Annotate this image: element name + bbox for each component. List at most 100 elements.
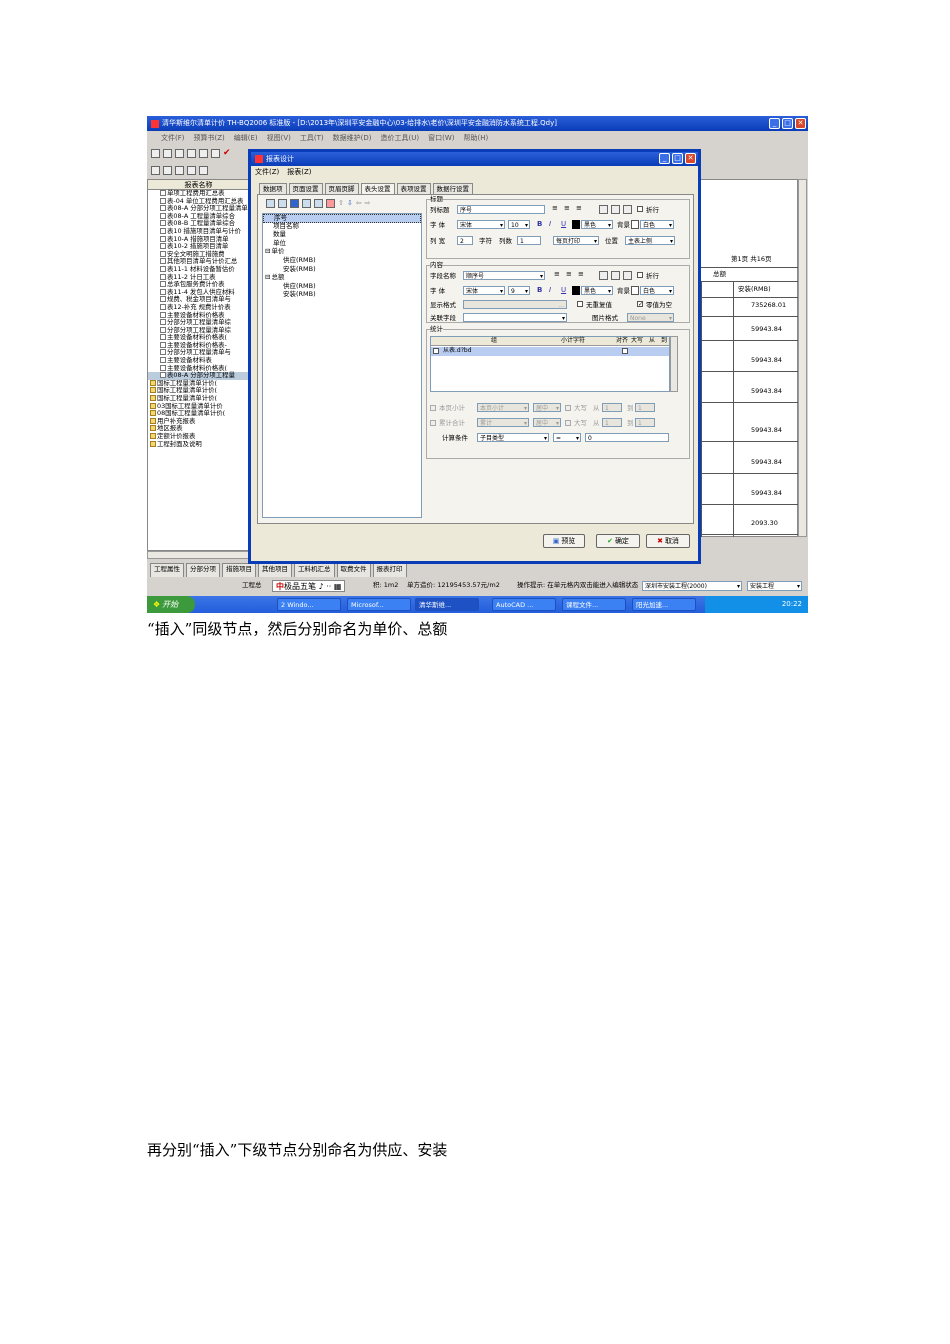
ime-indicator[interactable]: 中极品五笔 ♪ ·· ▦ [272,580,346,592]
content-align-center-icon[interactable]: ≡ [566,271,572,278]
content-font-select[interactable]: 宋体 [463,286,505,295]
print-mode-select[interactable]: 每页打印 [553,236,599,245]
taskbar-item[interactable]: 2 Windo... [277,598,341,611]
content-valign-top-icon[interactable] [599,271,608,280]
minimize-button[interactable]: _ [769,118,780,129]
report-icon[interactable] [163,165,172,175]
dialog-maximize-button[interactable]: □ [672,153,683,164]
maximize-button[interactable]: □ [782,118,793,129]
stats-row-checkbox[interactable] [433,348,439,354]
settings-icon[interactable] [199,148,208,158]
calc-op-select[interactable]: = [553,433,581,442]
open-icon[interactable] [163,148,172,158]
delete-item-icon[interactable] [326,199,335,208]
dialog-tab[interactable]: 数据项 [259,182,287,194]
subtotal-to-input[interactable]: 1 [635,403,655,412]
page-subtotal-checkbox[interactable] [430,405,436,411]
item-tree-node[interactable]: 安装(RMB) [263,265,421,275]
subtotal-upper-checkbox[interactable] [565,405,571,411]
subtotal-align-select[interactable]: 居中 [533,403,561,412]
display-format-input[interactable]: ... [463,300,567,309]
cancel-button[interactable]: ✖ 取消 [646,534,690,548]
item-tree-node[interactable]: 安装(RMB) [263,291,421,300]
view-icon[interactable] [199,165,208,175]
bottom-tab[interactable]: 工程属性 [150,563,184,577]
item-tree-node[interactable]: 数量 [263,231,421,240]
taskbar-item[interactable]: 阳光加速... [632,598,696,611]
dialog-tab[interactable]: 数据行设置 [432,182,473,194]
content-underline-icon[interactable]: U [561,287,566,294]
start-button[interactable]: ❖ 开始 [147,596,195,613]
align-left-icon[interactable]: ≡ [552,205,558,212]
content-align-left-icon[interactable]: ≡ [554,271,560,278]
total-upper-checkbox[interactable] [565,420,571,426]
bottom-tab[interactable]: 其他项目 [258,563,292,577]
main-menu-item[interactable]: 编辑(E) [234,134,258,142]
bottom-tab[interactable]: 报表打印 [372,563,407,577]
content-italic-icon[interactable]: I [549,287,551,294]
field-name-select[interactable]: 顺序号 [463,271,545,280]
move-left-icon[interactable]: ⇦ [356,200,362,207]
title-font-select[interactable]: 宋体 [457,220,505,229]
insert-child-icon[interactable] [302,199,311,208]
main-menu-item[interactable]: 帮助(H) [464,134,489,142]
wrap-checkbox[interactable] [637,206,643,212]
valign-bottom-icon[interactable] [623,205,632,214]
dialog-minimize-button[interactable]: _ [659,153,670,164]
link-field-select[interactable] [463,313,567,322]
bottom-tab[interactable]: 措施项目 [222,563,256,577]
bottom-tab[interactable]: 工料机汇总 [294,563,335,577]
item-tree-node[interactable]: 单位 [263,240,421,249]
folder-icon[interactable] [151,165,160,175]
vertical-scrollbar[interactable] [798,179,807,537]
align-center-icon[interactable]: ≡ [564,205,570,212]
calc-value-input[interactable]: 0 [585,433,669,442]
taskbar-item[interactable]: 课程文件... [562,598,626,611]
check-icon[interactable]: ✔ [223,148,231,158]
horizontal-scrollbar[interactable] [147,551,257,559]
title-bg-select[interactable]: 白色 [640,220,674,229]
col-title-input[interactable]: 序号 [457,205,545,214]
taskbar-item[interactable]: AutoCAD ... [492,598,556,611]
content-font-size-select[interactable]: 9 [508,286,530,295]
content-font-color-select[interactable]: 黑色 [581,286,613,295]
taskbar-item[interactable]: Microsof... [347,598,411,611]
bold-icon[interactable]: B [537,221,542,228]
region-select[interactable]: 深圳市安装工程(2000) [642,581,742,591]
filter-icon[interactable] [187,165,196,175]
add-child-icon[interactable] [278,199,287,208]
tools-icon[interactable] [211,148,220,158]
content-align-right-icon[interactable]: ≡ [578,271,584,278]
valign-middle-icon[interactable] [611,205,620,214]
add-item-icon[interactable] [266,199,275,208]
calc-field-select[interactable]: 子目类型 [477,433,549,442]
copy-item-icon[interactable] [314,199,323,208]
col-count-input[interactable]: 1 [517,236,541,245]
preview-button[interactable]: ▣ 预览 [543,534,585,548]
dialog-menu-item[interactable]: 文件(Z) [255,169,279,176]
ok-button[interactable]: ✔ 确定 [596,534,640,548]
subtotal-from-input[interactable]: 1 [602,403,622,412]
export-icon[interactable] [175,165,184,175]
taskbar-item[interactable]: 清华斯维... [415,598,479,611]
page-total-select[interactable]: 累计 [477,418,529,427]
stats-grid-scrollbar[interactable] [670,336,678,392]
main-menu-item[interactable]: 视图(V) [267,134,291,142]
stats-row[interactable]: 从表.d?bd [431,347,669,356]
dialog-menu-item[interactable]: 报表(Z) [287,169,311,176]
bottom-tab[interactable]: 取费文件 [336,563,371,577]
italic-icon[interactable]: I [549,221,551,228]
dialog-tab[interactable]: 页眉页脚 [324,182,359,194]
stats-row-upper-checkbox[interactable] [622,348,628,354]
total-from-input[interactable]: 1 [602,418,622,427]
move-up-icon[interactable]: ⇧ [338,200,344,207]
dialog-close-button[interactable]: ✕ [685,153,696,164]
dialog-tab[interactable]: 表项设置 [396,182,431,194]
main-menu-item[interactable]: 文件(F) [161,134,185,142]
dialog-tab[interactable]: 表头设置 [360,182,395,194]
project-type-select[interactable]: 安装工程 [747,581,802,591]
page-total-checkbox[interactable] [430,420,436,426]
total-to-input[interactable]: 1 [635,418,655,427]
item-tree-node[interactable]: 项目名称 [263,222,421,232]
main-menu-item[interactable]: 数据维护(D) [333,134,372,142]
